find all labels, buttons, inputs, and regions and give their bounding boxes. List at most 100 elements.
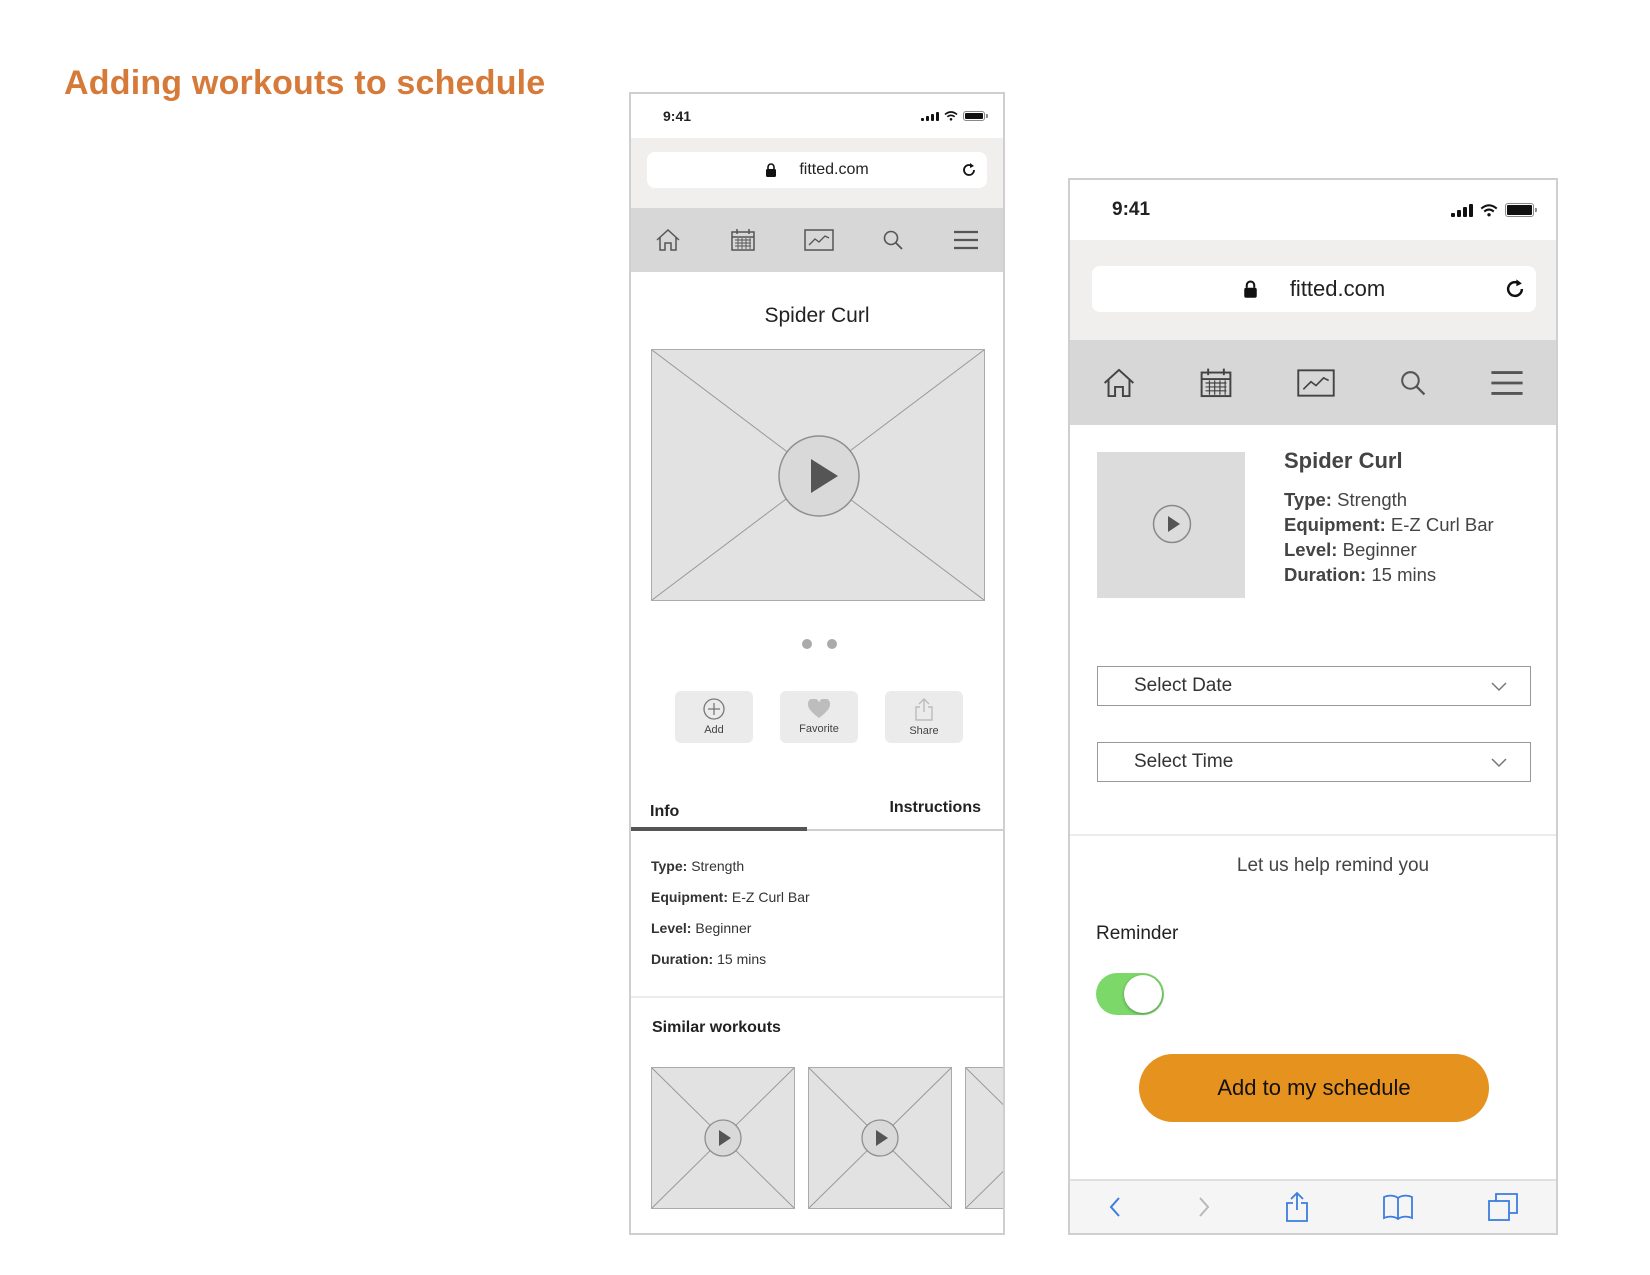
tab-instructions[interactable]: Instructions	[889, 799, 981, 817]
share-icon[interactable]	[1285, 1191, 1309, 1223]
tabs-icon[interactable]	[1487, 1192, 1519, 1222]
status-bar: 9:41	[1070, 180, 1556, 240]
detail-type: Type: Strength	[651, 858, 744, 874]
browser-toolbar	[1070, 1179, 1556, 1233]
detail-duration-label: Duration:	[651, 951, 714, 967]
detail-level-label: Level:	[1284, 539, 1338, 560]
phone-add-to-schedule: 9:41 fitted.com Spider Curl Type: Streng…	[1068, 178, 1558, 1235]
favorite-button[interactable]: Favorite	[780, 691, 858, 743]
remind-prompt: Let us help remind you	[1236, 855, 1430, 876]
detail-level-label: Level:	[651, 920, 692, 936]
tab-active-indicator	[631, 827, 807, 831]
detail-equipment-label: Equipment:	[1284, 514, 1386, 535]
menu-icon[interactable]	[953, 230, 979, 250]
placeholder-cross	[966, 1068, 1003, 1208]
status-icons	[1451, 203, 1537, 217]
detail-equipment: Equipment: E-Z Curl Bar	[651, 889, 810, 905]
url-text: fitted.com	[799, 161, 869, 178]
url-text: fitted.com	[1289, 276, 1386, 301]
reminder-label: Reminder	[1096, 923, 1179, 944]
home-icon[interactable]	[655, 228, 681, 252]
reminder-toggle[interactable]	[1096, 973, 1164, 1015]
detail-level: Level: Beginner	[651, 920, 751, 936]
similar-workout-thumb[interactable]	[651, 1067, 795, 1209]
calendar-icon[interactable]	[730, 228, 756, 252]
bookmarks-icon[interactable]	[1382, 1193, 1414, 1221]
wifi-icon	[944, 111, 958, 121]
wifi-icon	[1480, 203, 1498, 216]
signal-icon	[1451, 203, 1473, 217]
search-icon[interactable]	[882, 229, 904, 251]
select-date-dropdown[interactable]: Select Date	[1097, 666, 1531, 706]
detail-type-value: Strength	[1337, 489, 1408, 510]
detail-equipment: Equipment: E-Z Curl Bar	[1284, 512, 1494, 537]
nav-bar	[1070, 340, 1556, 425]
status-time: 9:41	[1112, 199, 1151, 220]
detail-type-label: Type:	[651, 858, 688, 874]
detail-equipment-label: Equipment:	[651, 889, 728, 905]
plus-circle-icon	[703, 698, 725, 720]
status-bar: 9:41	[631, 94, 1003, 138]
select-date-label: Select Date	[1134, 675, 1233, 696]
detail-duration: Duration: 15 mins	[1284, 562, 1494, 587]
detail-type-label: Type:	[1284, 489, 1332, 510]
chevron-down-icon	[1491, 758, 1507, 768]
detail-level-value: Beginner	[1342, 539, 1417, 560]
play-icon[interactable]	[704, 1119, 742, 1157]
home-icon[interactable]	[1102, 367, 1136, 399]
back-icon[interactable]	[1107, 1195, 1123, 1219]
favorite-label: Favorite	[799, 723, 839, 735]
address-bar[interactable]: fitted.com	[1092, 266, 1536, 312]
play-icon[interactable]	[861, 1119, 899, 1157]
detail-level: Level: Beginner	[1284, 537, 1494, 562]
tab-info[interactable]: Info	[650, 803, 679, 821]
carousel-dot[interactable]	[802, 639, 812, 649]
detail-duration-value: 15 mins	[1371, 564, 1437, 585]
forward-icon[interactable]	[1196, 1195, 1212, 1219]
address-bar-area: fitted.com	[631, 138, 1003, 208]
similar-workout-thumb[interactable]	[808, 1067, 952, 1209]
detail-duration-label: Duration:	[1284, 564, 1367, 585]
lock-icon	[1244, 280, 1257, 298]
workout-title: Spider Curl	[764, 304, 870, 327]
chart-icon[interactable]	[804, 229, 834, 251]
nav-bar	[631, 208, 1003, 272]
add-label: Add	[704, 724, 724, 736]
workout-details: Type: Strength Equipment: E-Z Curl Bar L…	[1284, 487, 1494, 587]
play-icon[interactable]	[1152, 504, 1192, 544]
similar-workouts-heading: Similar workouts	[652, 1019, 781, 1036]
video-thumbnail[interactable]	[1097, 452, 1245, 598]
reload-icon[interactable]	[961, 162, 977, 178]
phone-workout-detail: 9:41 fitted.com Spider Curl Add Favorite	[629, 92, 1005, 1235]
section-divider	[1070, 834, 1556, 836]
similar-workout-thumb[interactable]	[965, 1067, 1003, 1209]
battery-icon	[963, 111, 988, 121]
address-bar-area: fitted.com	[1070, 240, 1556, 340]
battery-icon	[1505, 203, 1537, 217]
detail-type: Type: Strength	[1284, 487, 1494, 512]
video-placeholder[interactable]	[651, 349, 985, 601]
carousel-dot[interactable]	[827, 639, 837, 649]
select-time-dropdown[interactable]: Select Time	[1097, 742, 1531, 782]
detail-equipment-value: E-Z Curl Bar	[1390, 514, 1494, 535]
share-icon	[915, 698, 933, 721]
toggle-knob	[1124, 975, 1162, 1013]
share-button[interactable]: Share	[885, 691, 963, 743]
add-button[interactable]: Add	[675, 691, 753, 743]
search-icon[interactable]	[1399, 369, 1427, 397]
calendar-icon[interactable]	[1199, 367, 1233, 399]
detail-duration: Duration: 15 mins	[651, 951, 766, 967]
section-divider	[631, 996, 1003, 998]
detail-type-value: Strength	[691, 858, 745, 874]
page-title: Adding workouts to schedule	[64, 64, 546, 102]
add-to-schedule-button[interactable]: Add to my schedule	[1139, 1054, 1489, 1122]
address-bar[interactable]: fitted.com	[647, 152, 987, 188]
reload-icon[interactable]	[1504, 278, 1526, 300]
menu-icon[interactable]	[1490, 370, 1524, 396]
detail-level-value: Beginner	[695, 920, 752, 936]
chart-icon[interactable]	[1297, 368, 1335, 397]
detail-duration-value: 15 mins	[717, 951, 767, 967]
select-time-label: Select Time	[1134, 751, 1234, 772]
play-icon[interactable]	[778, 435, 860, 517]
status-time: 9:41	[663, 108, 692, 124]
